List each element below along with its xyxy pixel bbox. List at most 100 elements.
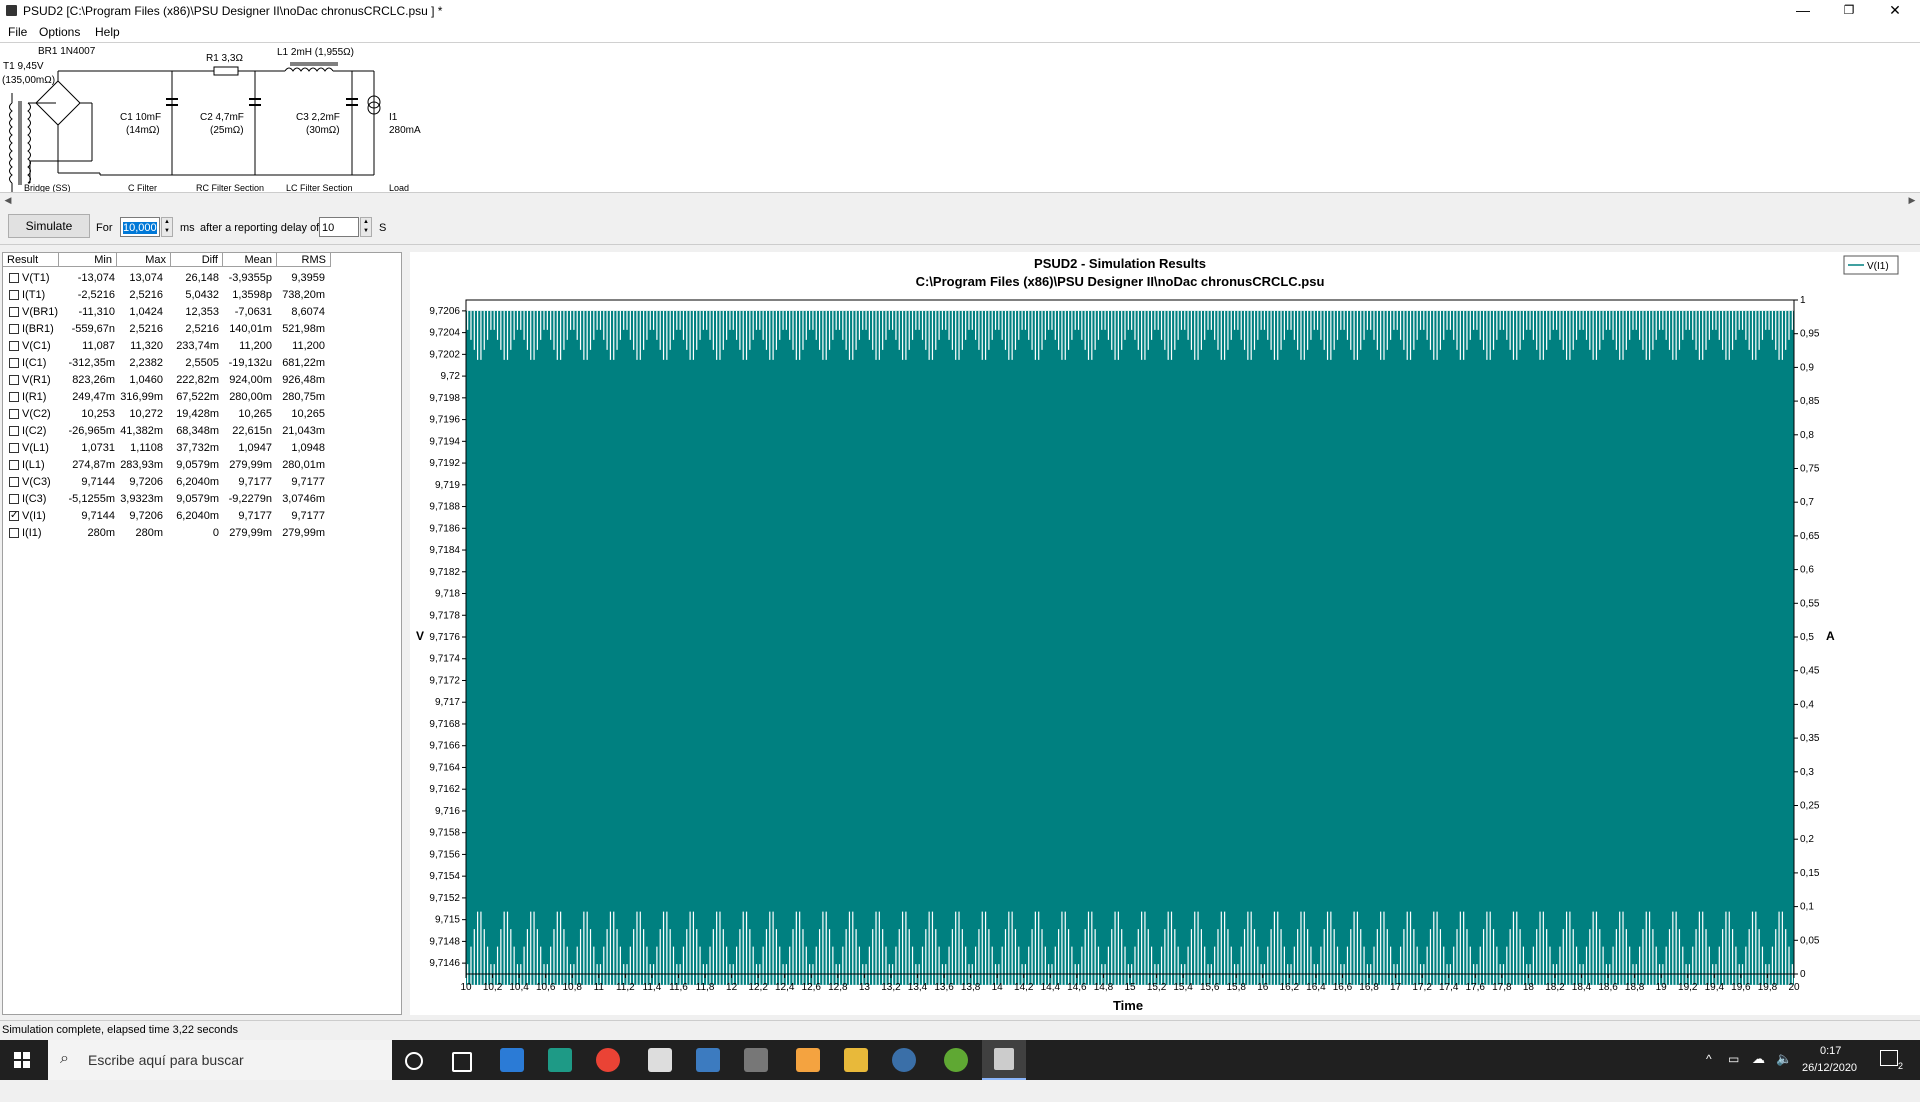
windows-start-icon[interactable] [14, 1052, 30, 1068]
header-mean[interactable]: Mean [223, 253, 277, 267]
7zip-icon[interactable] [648, 1048, 672, 1072]
x-tick-label: 10,4 [509, 982, 529, 993]
y-tick-label: 9,719 [435, 480, 460, 491]
calculator-icon[interactable] [696, 1048, 720, 1072]
series-checkbox[interactable] [9, 324, 19, 334]
volume-icon[interactable]: 🔈 [1776, 1051, 1792, 1091]
result-max: 1,0424 [129, 306, 163, 318]
result-name: I(T1) [22, 289, 46, 301]
series-checkbox[interactable] [9, 460, 19, 470]
results-row: V(C3) 9,7144 9,7206 6,2040m 9,7177 9,7177 [3, 474, 401, 491]
window-title: PSUD2 [C:\Program Files (x86)\PSU Design… [23, 4, 443, 18]
menu-help[interactable]: Help [95, 25, 120, 39]
y-tick-label: 9,7148 [429, 936, 460, 947]
series-checkbox[interactable] [9, 341, 19, 351]
duration-input[interactable]: 10,000 [120, 217, 160, 237]
series-checkbox[interactable] [9, 477, 19, 487]
series-checkbox[interactable] [9, 392, 19, 402]
simulate-button[interactable]: Simulate [8, 214, 90, 238]
psud2-taskbar-button[interactable] [982, 1040, 1026, 1080]
result-mean: 22,615n [232, 425, 272, 437]
result-min: -5,1255m [68, 493, 115, 505]
y2-tick-label: 0,95 [1800, 329, 1820, 340]
delay-spinner[interactable]: ▲ ▼ [360, 217, 372, 237]
ms-label: ms [180, 222, 195, 234]
y-tick-label: 9,715 [435, 915, 460, 926]
menu-file[interactable]: File [8, 25, 27, 39]
header-result[interactable]: Result [3, 253, 59, 267]
series-checkbox[interactable] [9, 443, 19, 453]
status-text: Simulation complete, elapsed time 3,22 s… [2, 1024, 239, 1036]
close-button[interactable]: ✕ [1872, 0, 1918, 22]
task-view-icon[interactable] [452, 1052, 472, 1072]
x-tick-label: 15,2 [1147, 982, 1167, 993]
x-tick-label: 12,2 [748, 982, 768, 993]
series-checkbox[interactable] [9, 409, 19, 419]
onedrive-icon[interactable]: ☁ [1752, 1051, 1765, 1091]
y2-tick-label: 0,85 [1800, 396, 1820, 407]
notepad-icon[interactable] [796, 1048, 820, 1072]
schematic-scrollbar[interactable]: ◀ ▶ [0, 192, 1920, 207]
series-checkbox[interactable] [9, 307, 19, 317]
menu-options[interactable]: Options [39, 25, 80, 39]
utility-app-icon[interactable] [892, 1048, 916, 1072]
header-diff[interactable]: Diff [171, 253, 223, 267]
maximize-button[interactable]: ❐ [1826, 0, 1872, 22]
store-icon[interactable] [500, 1048, 524, 1072]
series-checkbox[interactable] [9, 494, 19, 504]
result-name: V(BR1) [22, 306, 59, 318]
y-tick-label: 9,717 [435, 697, 460, 708]
cortana-icon[interactable] [405, 1052, 423, 1070]
result-rms: 280,75m [282, 391, 325, 403]
result-rms: 280,01m [282, 459, 325, 471]
simulation-chart[interactable]: PSUD2 - Simulation Results C:\Program Fi… [410, 252, 1920, 1015]
tray-chevron-icon[interactable]: ^ [1706, 1052, 1712, 1092]
x-tick-label: 10,2 [483, 982, 503, 993]
security-app-icon[interactable] [548, 1048, 572, 1072]
series-checkbox[interactable] [9, 358, 19, 368]
printer-app-icon[interactable] [744, 1048, 768, 1072]
clock-date[interactable]: 26/12/2020 [1802, 1062, 1857, 1102]
scroll-left-icon[interactable]: ◀ [2, 194, 14, 206]
x-tick-label: 12,4 [775, 982, 795, 993]
taskbar-search[interactable]: ⌕ Escribe aquí para buscar [48, 1040, 392, 1080]
header-min[interactable]: Min [59, 253, 117, 267]
chrome-icon[interactable] [596, 1048, 620, 1072]
c3-label: C3 2,2mF [296, 112, 340, 123]
series-checkbox[interactable] [9, 290, 19, 300]
result-rms: 926,48m [282, 374, 325, 386]
minimize-button[interactable]: — [1780, 0, 1826, 22]
results-row: V(C2) 10,253 10,272 19,428m 10,265 10,265 [3, 406, 401, 423]
series-checkbox[interactable] [9, 273, 19, 283]
series-checkbox[interactable] [9, 528, 19, 538]
utorrent-icon[interactable] [944, 1048, 968, 1072]
result-min: 9,7144 [81, 510, 115, 522]
delay-input[interactable]: 10 [319, 217, 359, 237]
header-max[interactable]: Max [117, 253, 171, 267]
series-checkbox[interactable]: ✓ [9, 511, 19, 521]
result-rms: 9,7177 [291, 510, 325, 522]
notification-count: 2 [1897, 1061, 1903, 1071]
result-max: 11,320 [130, 340, 163, 352]
series-checkbox[interactable] [9, 375, 19, 385]
y2-tick-label: 0,1 [1800, 902, 1814, 913]
y-tick-label: 9,7172 [429, 675, 460, 686]
y2-tick-label: 0,05 [1800, 935, 1820, 946]
network-icon[interactable]: ▭ [1728, 1052, 1739, 1092]
notification-icon[interactable]: 2 [1880, 1050, 1903, 1071]
result-diff: 12,353 [185, 306, 219, 318]
x-tick-label: 17 [1390, 982, 1402, 993]
result-diff: 0 [212, 527, 219, 539]
result-diff: 68,348m [176, 425, 219, 437]
result-max: 280m [135, 527, 163, 539]
scroll-right-icon[interactable]: ▶ [1906, 194, 1918, 206]
header-rms[interactable]: RMS [277, 253, 331, 267]
x-tick-label: 17,4 [1439, 982, 1459, 993]
result-max: 2,5216 [129, 323, 163, 335]
file-explorer-icon[interactable] [844, 1048, 868, 1072]
duration-spinner[interactable]: ▲ ▼ [161, 217, 173, 237]
panel-splitter[interactable] [402, 252, 410, 1015]
y-tick-label: 9,72 [441, 371, 461, 382]
circuit-schematic[interactable]: BR1 1N4007 T1 9,45V (135,00mΩ) R1 3,3Ω L… [0, 43, 1920, 193]
series-checkbox[interactable] [9, 426, 19, 436]
